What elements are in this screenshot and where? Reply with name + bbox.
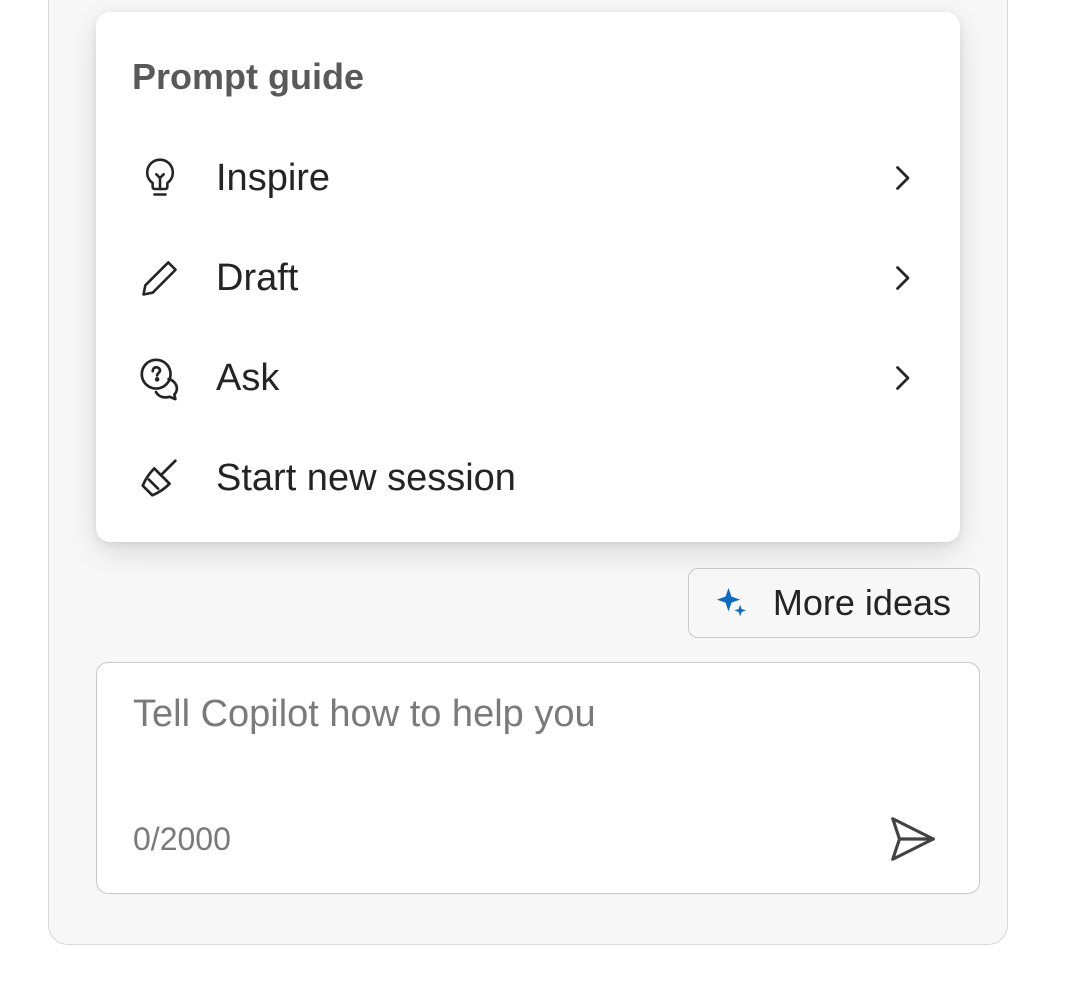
popup-item-label: Ask xyxy=(216,357,852,400)
popup-list: Inspire Draft xyxy=(132,128,924,528)
popup-item-ask[interactable]: Ask xyxy=(132,328,924,428)
chevron-right-icon xyxy=(884,160,920,196)
compose-footer: 0/2000 xyxy=(133,809,943,869)
prompt-guide-popup: Prompt guide Inspire xyxy=(96,12,960,542)
send-icon xyxy=(886,812,940,866)
more-ideas-button[interactable]: More ideas xyxy=(688,568,980,638)
popup-item-label: Draft xyxy=(216,257,852,300)
broom-icon xyxy=(136,454,184,502)
compose-box: 0/2000 xyxy=(96,662,980,894)
popup-item-inspire[interactable]: Inspire xyxy=(132,128,924,228)
chevron-right-icon xyxy=(884,260,920,296)
popup-item-label: Start new session xyxy=(216,457,920,500)
popup-item-label: Inspire xyxy=(216,157,852,200)
pencil-icon xyxy=(136,254,184,302)
chevron-right-icon xyxy=(884,360,920,396)
more-ideas-label: More ideas xyxy=(773,582,951,624)
compose-input[interactable] xyxy=(133,693,943,736)
sparkle-icon xyxy=(711,583,751,623)
popup-title: Prompt guide xyxy=(132,56,924,98)
send-button[interactable] xyxy=(883,809,943,869)
popup-item-start-new-session[interactable]: Start new session xyxy=(132,428,924,528)
lightbulb-icon xyxy=(136,154,184,202)
char-count: 0/2000 xyxy=(133,821,231,858)
popup-item-draft[interactable]: Draft xyxy=(132,228,924,328)
chat-question-icon xyxy=(136,354,184,402)
